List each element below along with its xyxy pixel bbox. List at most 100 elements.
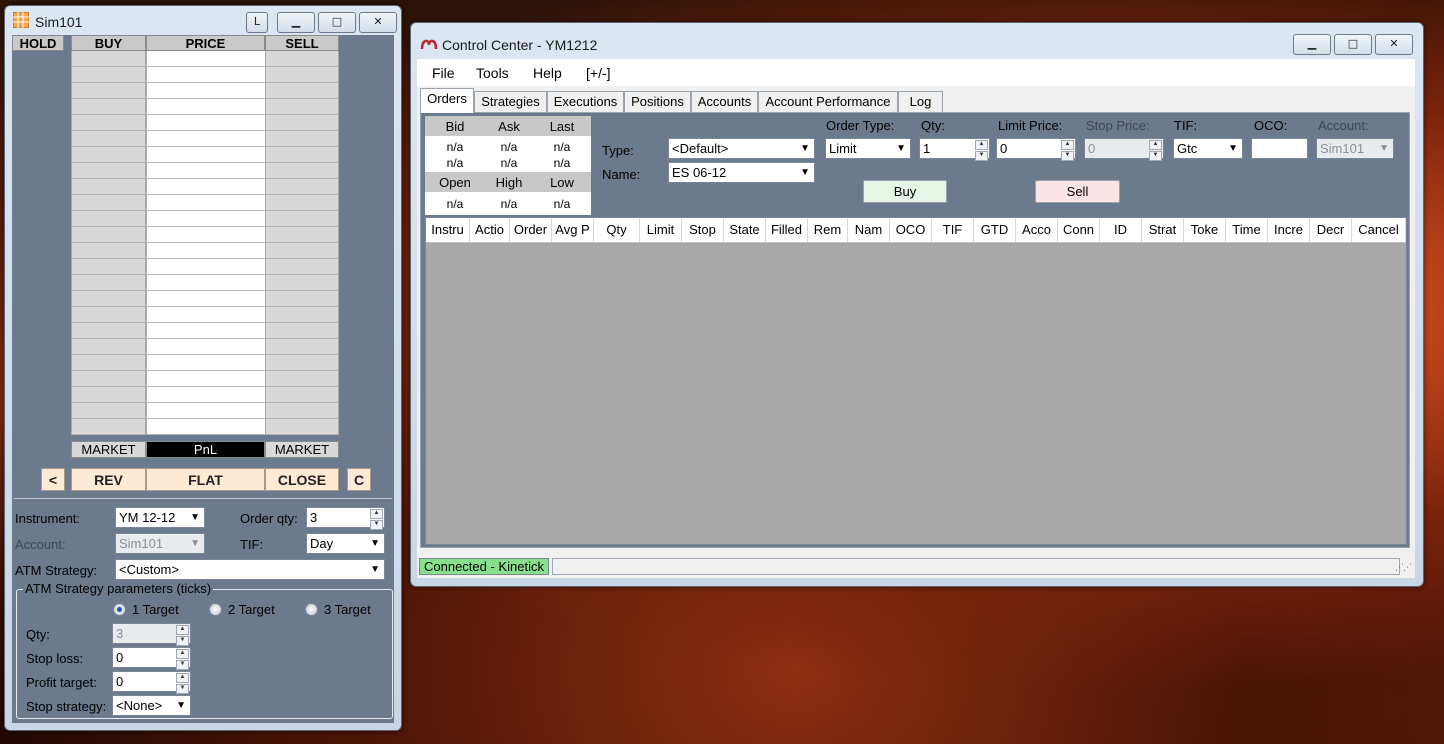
- ladder-cell[interactable]: [71, 387, 146, 403]
- column-header[interactable]: Actio: [470, 218, 510, 242]
- sell-header[interactable]: SELL: [265, 35, 339, 51]
- tab-account-performance[interactable]: Account Performance: [758, 91, 898, 112]
- column-header[interactable]: Nam: [848, 218, 890, 242]
- target-2-radio[interactable]: [209, 603, 222, 616]
- ladder-cell[interactable]: [146, 67, 265, 83]
- column-header[interactable]: ID: [1100, 218, 1142, 242]
- ladder-cell[interactable]: [71, 403, 146, 419]
- ladder-cell[interactable]: [146, 147, 265, 163]
- ladder-cell[interactable]: [71, 339, 146, 355]
- ladder-cell[interactable]: [71, 51, 146, 67]
- resize-grip-icon[interactable]: ⋰⋰: [1395, 563, 1412, 573]
- ladder-cell[interactable]: [146, 323, 265, 339]
- column-header[interactable]: Instru: [426, 218, 470, 242]
- limit-price-stepper[interactable]: 0 ▲ ▼: [996, 138, 1076, 161]
- spin-icon[interactable]: ▲ ▼: [1061, 140, 1074, 161]
- ladder-cell[interactable]: [265, 67, 339, 83]
- column-header[interactable]: Cancel: [1352, 218, 1406, 242]
- tab-strategies[interactable]: Strategies: [474, 91, 547, 112]
- ladder-cell[interactable]: [71, 211, 146, 227]
- column-header[interactable]: Strat: [1142, 218, 1184, 242]
- ladder-cell[interactable]: [265, 195, 339, 211]
- ladder-cell[interactable]: [265, 323, 339, 339]
- target-3-radio[interactable]: [305, 603, 318, 616]
- close-window-button[interactable]: ✕: [1375, 34, 1413, 55]
- pnl-display[interactable]: PnL: [146, 441, 265, 458]
- column-header[interactable]: Decr: [1310, 218, 1352, 242]
- orders-grid[interactable]: Instru Actio Order Avg P Qty Limit Stop State Fi…: [425, 217, 1407, 545]
- sell-button[interactable]: Sell: [1035, 180, 1120, 203]
- ladder-cell[interactable]: [146, 179, 265, 195]
- ladder-cell[interactable]: [265, 259, 339, 275]
- ladder-cell[interactable]: [71, 371, 146, 387]
- ladder-cell[interactable]: [146, 131, 265, 147]
- target-1-radio[interactable]: [113, 603, 126, 616]
- center-button[interactable]: C: [347, 468, 371, 491]
- column-header[interactable]: Incre: [1268, 218, 1310, 242]
- tab-positions[interactable]: Positions: [624, 91, 691, 112]
- ladder-cell[interactable]: [146, 163, 265, 179]
- column-header[interactable]: Toke: [1184, 218, 1226, 242]
- order-qty-stepper[interactable]: 3 ▲ ▼: [306, 507, 385, 530]
- lock-button[interactable]: L: [246, 12, 268, 33]
- ladder-cell[interactable]: [146, 339, 265, 355]
- menu-file[interactable]: File: [432, 65, 455, 81]
- column-header[interactable]: Rem: [808, 218, 848, 242]
- profit-target-stepper[interactable]: 0 ▲ ▼: [112, 671, 191, 694]
- control-center-titlebar[interactable]: Control Center - YM1212 ▁ □ ✕: [411, 23, 1423, 57]
- column-header[interactable]: OCO: [890, 218, 932, 242]
- ladder-cell[interactable]: [265, 147, 339, 163]
- ladder-cell[interactable]: [71, 83, 146, 99]
- name-select[interactable]: ES 06-12 ▼: [668, 162, 815, 183]
- ladder-cell[interactable]: [146, 115, 265, 131]
- ladder-cell[interactable]: [265, 355, 339, 371]
- ladder-cell[interactable]: [71, 179, 146, 195]
- ladder-cell[interactable]: [71, 291, 146, 307]
- tab-orders[interactable]: Orders: [420, 88, 474, 113]
- ladder-cell[interactable]: [71, 99, 146, 115]
- collapse-button[interactable]: <: [41, 468, 65, 491]
- order-type-select[interactable]: Limit ▼: [825, 138, 911, 159]
- column-header[interactable]: Acco: [1016, 218, 1058, 242]
- flatten-button[interactable]: FLAT: [146, 468, 265, 491]
- ladder-cell[interactable]: [146, 291, 265, 307]
- ladder-cell[interactable]: [146, 211, 265, 227]
- ladder-cell[interactable]: [71, 147, 146, 163]
- ladder-cell[interactable]: [265, 99, 339, 115]
- market-buy-button[interactable]: MARKET: [71, 441, 146, 458]
- column-header[interactable]: State: [724, 218, 766, 242]
- ladder-cell[interactable]: [71, 131, 146, 147]
- ladder-cell[interactable]: [265, 387, 339, 403]
- market-sell-button[interactable]: MARKET: [265, 441, 339, 458]
- tab-executions[interactable]: Executions: [547, 91, 624, 112]
- ladder-cell[interactable]: [146, 243, 265, 259]
- column-header[interactable]: Avg P: [552, 218, 594, 242]
- column-header[interactable]: GTD: [974, 218, 1016, 242]
- ladder-cell[interactable]: [265, 371, 339, 387]
- column-header[interactable]: Order: [510, 218, 552, 242]
- ladder-cell[interactable]: [71, 307, 146, 323]
- ladder-cell[interactable]: [265, 227, 339, 243]
- close-position-button[interactable]: CLOSE: [265, 468, 339, 491]
- instrument-select[interactable]: YM 12-12 ▼: [115, 507, 205, 528]
- tif-select[interactable]: Gtc ▼: [1173, 138, 1243, 159]
- menu-help[interactable]: Help: [533, 65, 562, 81]
- ladder-cell[interactable]: [265, 403, 339, 419]
- ladder-cell[interactable]: [146, 195, 265, 211]
- spin-icon[interactable]: ▲ ▼: [975, 140, 988, 161]
- ladder-cell[interactable]: [265, 339, 339, 355]
- ladder-cell[interactable]: [146, 99, 265, 115]
- close-window-button[interactable]: ✕: [359, 12, 397, 33]
- reverse-button[interactable]: REV: [71, 468, 146, 491]
- buy-header[interactable]: BUY: [71, 35, 146, 51]
- ladder-cell[interactable]: [265, 419, 339, 435]
- superdom-titlebar[interactable]: Sim101 L ▁ □ ✕: [5, 6, 401, 36]
- ladder-cell[interactable]: [146, 403, 265, 419]
- ladder-cell[interactable]: [146, 387, 265, 403]
- stop-strategy-select[interactable]: <None> ▼: [112, 695, 191, 716]
- tab-log[interactable]: Log: [898, 91, 943, 112]
- ladder-cell[interactable]: [265, 275, 339, 291]
- buy-ladder[interactable]: [71, 51, 146, 435]
- ladder-cell[interactable]: [71, 195, 146, 211]
- hold-header[interactable]: HOLD: [12, 35, 64, 51]
